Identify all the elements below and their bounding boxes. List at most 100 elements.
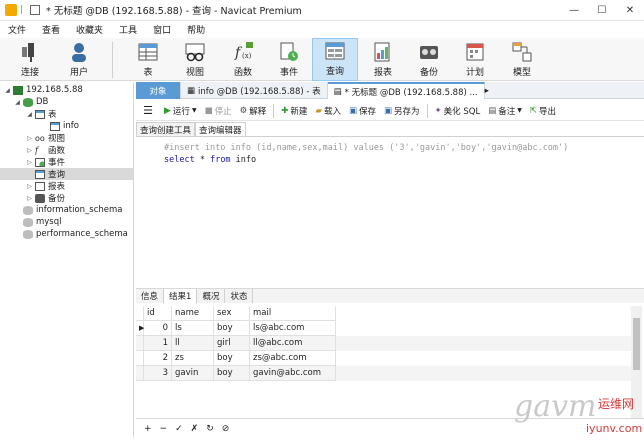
tab-query-editor[interactable]: 查询编辑器 [195, 122, 246, 136]
tree-schema-performance[interactable]: performance_schema [14, 228, 128, 240]
save-button[interactable]: ▣ 保存 [345, 102, 380, 120]
close-button[interactable]: ✕ [616, 0, 644, 21]
column-header-name[interactable]: name [172, 306, 214, 321]
cell-sex[interactable]: boy [214, 366, 250, 381]
collapse-arrow-icon[interactable]: ◢ [4, 87, 11, 94]
expand-arrow-icon[interactable]: ▷ [26, 147, 33, 154]
tree-reports[interactable]: ▷ 报表 [26, 180, 65, 192]
event-button[interactable]: 事件 [272, 38, 306, 81]
tab-query-builder[interactable]: 查询创建工具 [136, 122, 196, 136]
table-row[interactable]: 2 zs boy zs@abc.com [136, 351, 631, 366]
model-button[interactable]: 模型 [504, 38, 540, 81]
new-button[interactable]: ✚ 新建 [277, 102, 311, 120]
cell-sex[interactable]: boy [214, 321, 250, 336]
tab-untitled-query[interactable]: ▤ * 无标题 @DB (192.168.5.88) ... [327, 82, 485, 99]
load-button[interactable]: ▰ 载入 [311, 102, 345, 120]
tree-events[interactable]: ▷ 事件 [26, 156, 65, 168]
backup-button[interactable]: 备份 [412, 38, 446, 81]
cell-name[interactable]: ls [172, 321, 214, 336]
backup-icon [35, 193, 45, 203]
scrollbar-thumb[interactable] [633, 318, 640, 370]
tree-table-info[interactable]: info [50, 120, 79, 132]
connect-button[interactable]: 连接 [12, 38, 48, 81]
sql-keyword: from [210, 155, 231, 165]
table-row[interactable]: 1 ll girl ll@abc.com [136, 336, 631, 351]
beautify-sql-button[interactable]: ✦ 美化 SQL [431, 102, 485, 120]
tree-tables[interactable]: ◢ 表 [26, 108, 57, 120]
delete-record-button[interactable]: − [160, 424, 168, 434]
tab-scroll-right[interactable]: ▸ [485, 82, 499, 99]
explain-button[interactable]: ⚙ 解释 [236, 102, 271, 120]
table-icon [138, 43, 158, 61]
cell-mail[interactable]: zs@abc.com [250, 351, 336, 366]
tree-views[interactable]: ▷ oo 视图 [26, 132, 65, 145]
expand-arrow-icon[interactable]: ▷ [26, 159, 33, 166]
collapse-arrow-icon[interactable]: ◢ [26, 111, 33, 118]
run-button[interactable]: ▶ 运行 ▼ [160, 102, 201, 120]
tab-info-table[interactable]: ▦ info @DB (192.168.5.88) - 表 [181, 82, 328, 99]
cell-mail[interactable]: ls@abc.com [250, 321, 336, 336]
cell-id[interactable]: 2 [144, 351, 172, 366]
table-button[interactable]: 表 [132, 38, 164, 81]
user-label: 用户 [69, 68, 88, 78]
tree-connection[interactable]: ◢ 192.168.5.88 [4, 84, 83, 96]
column-header-mail[interactable]: mail [250, 306, 336, 321]
hamburger-menu-icon[interactable]: ☰ [136, 102, 160, 120]
quick-access-icon[interactable] [30, 5, 41, 15]
tab-message[interactable]: 信息 [136, 289, 165, 303]
cell-id[interactable]: 0 [144, 321, 172, 336]
tree-functions[interactable]: ▷ f 函数 [26, 144, 65, 157]
tab-status[interactable]: 状态 [225, 289, 254, 303]
column-header-sex[interactable]: sex [214, 306, 250, 321]
add-record-button[interactable]: + [144, 424, 152, 434]
notes-button[interactable]: ▤ 备注 ▼ [484, 102, 526, 120]
export-button[interactable]: ⇱ 导出 [526, 102, 560, 120]
cell-id[interactable]: 3 [144, 366, 172, 381]
expand-arrow-icon[interactable]: ▷ [26, 135, 33, 142]
tree-schema-mysql[interactable]: mysql [14, 216, 62, 228]
menu-tools[interactable]: 工具 [111, 23, 145, 36]
save-as-button[interactable]: ▣ 另存为 [380, 102, 424, 120]
collapse-arrow-icon[interactable]: ◢ [14, 99, 21, 106]
expand-arrow-icon[interactable]: ▷ [26, 195, 33, 202]
cell-sex[interactable]: boy [214, 351, 250, 366]
table-row[interactable]: ▶ 0 ls boy ls@abc.com [136, 321, 631, 336]
cell-id[interactable]: 1 [144, 336, 172, 351]
menu-view[interactable]: 查看 [34, 23, 68, 36]
refresh-button[interactable]: ↻ [206, 424, 214, 434]
expand-arrow-icon[interactable]: ▷ [26, 183, 33, 190]
title-bar: | * 无标题 @DB (192.168.5.88) - 查询 - Navica… [0, 0, 644, 21]
cell-mail[interactable]: ll@abc.com [250, 336, 336, 351]
discard-changes-button[interactable]: ✗ [191, 424, 199, 434]
schema-label: mysql [36, 217, 62, 227]
cell-name[interactable]: zs [172, 351, 214, 366]
tab-objects[interactable]: 对象 [136, 82, 181, 99]
stop-button[interactable]: ⊘ [222, 424, 230, 434]
tree-queries[interactable]: 查询 [0, 168, 133, 180]
tree-schema-information[interactable]: information_schema [14, 204, 123, 216]
column-header-id[interactable]: id [144, 306, 172, 321]
menu-favorites[interactable]: 收藏夹 [68, 23, 111, 36]
maximize-button[interactable]: ☐ [588, 0, 616, 21]
apply-changes-button[interactable]: ✓ [175, 424, 183, 434]
sql-editor[interactable]: #insert into info (id,name,sex,mail) val… [136, 136, 644, 286]
stop-button[interactable]: ■ 停止 [201, 102, 236, 120]
tab-result1[interactable]: 结果1 [164, 289, 198, 303]
menu-window[interactable]: 窗口 [145, 23, 179, 36]
menu-file[interactable]: 文件 [0, 23, 34, 36]
cell-name[interactable]: gavin [172, 366, 214, 381]
view-button[interactable]: 视图 [178, 38, 212, 81]
minimize-button[interactable]: — [560, 0, 588, 21]
function-button[interactable]: f (x) 函数 [226, 38, 260, 81]
user-button[interactable]: 用户 [62, 38, 96, 81]
schedule-button[interactable]: 计划 [458, 38, 492, 81]
tree-db[interactable]: ◢ DB [14, 96, 48, 108]
cell-mail[interactable]: gavin@abc.com [250, 366, 336, 381]
query-button[interactable]: 查询 [312, 38, 358, 81]
cell-sex[interactable]: girl [214, 336, 250, 351]
menu-help[interactable]: 帮助 [179, 23, 213, 36]
tab-profile[interactable]: 概况 [197, 289, 226, 303]
tree-backups[interactable]: ▷ 备份 [26, 192, 65, 204]
report-button[interactable]: 报表 [366, 38, 400, 81]
cell-name[interactable]: ll [172, 336, 214, 351]
